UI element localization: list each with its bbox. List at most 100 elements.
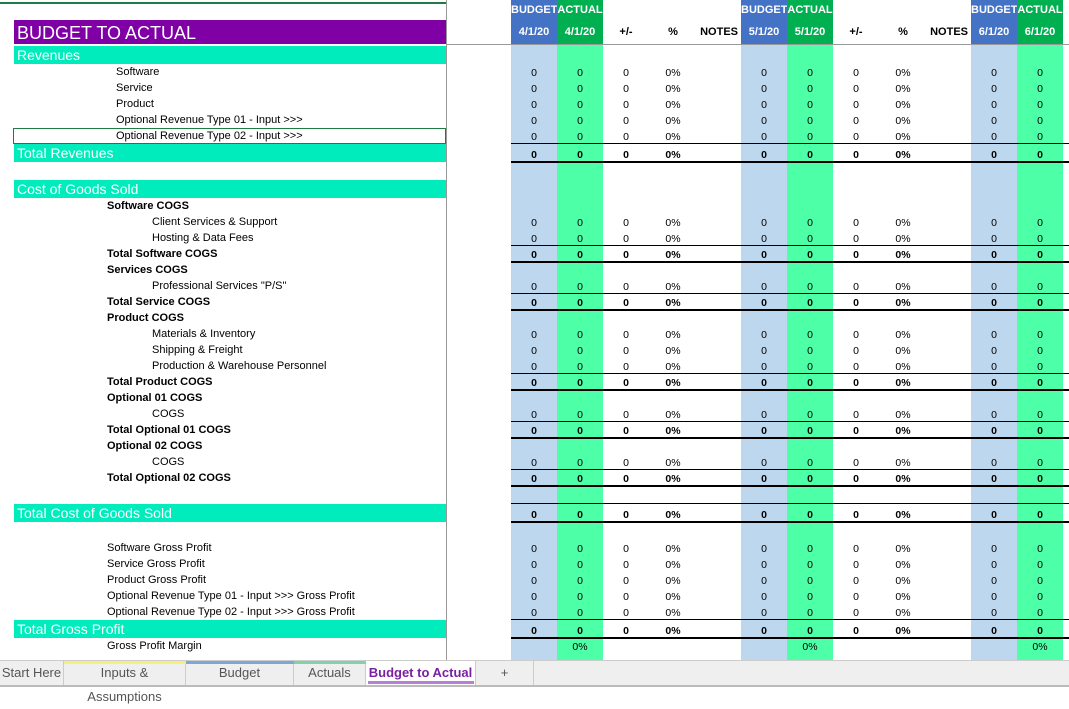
- actual-value[interactable]: 0: [787, 456, 833, 470]
- actual-value[interactable]: 0: [787, 296, 833, 310]
- actual-value[interactable]: 0: [1017, 574, 1063, 588]
- diff-value[interactable]: 0: [833, 248, 879, 262]
- diff-value[interactable]: 0: [603, 508, 649, 522]
- budget-value[interactable]: 0: [971, 542, 1017, 556]
- row-label[interactable]: Gross Profit Margin: [107, 638, 202, 654]
- pct-value[interactable]: 0%: [650, 248, 696, 262]
- budget-value[interactable]: 0: [971, 248, 1017, 262]
- budget-value[interactable]: 0: [741, 232, 787, 246]
- pct-value[interactable]: 0%: [650, 408, 696, 422]
- budget-value[interactable]: 0: [511, 82, 557, 96]
- pct-value[interactable]: 0%: [650, 66, 696, 80]
- budget-value[interactable]: 0: [741, 82, 787, 96]
- actual-value[interactable]: 0: [787, 280, 833, 294]
- actual-value[interactable]: 0: [787, 590, 833, 604]
- budget-value[interactable]: 0: [741, 114, 787, 128]
- diff-value[interactable]: 0: [603, 328, 649, 342]
- pct-value[interactable]: 0%: [650, 574, 696, 588]
- budget-value[interactable]: 0: [741, 590, 787, 604]
- budget-value[interactable]: 0: [971, 456, 1017, 470]
- diff-value[interactable]: 0: [833, 408, 879, 422]
- actual-value[interactable]: 0: [1017, 424, 1063, 438]
- budget-value[interactable]: 0: [971, 280, 1017, 294]
- actual-value[interactable]: 0: [557, 424, 603, 438]
- actual-value[interactable]: 0: [1017, 344, 1063, 358]
- actual-value[interactable]: 0: [787, 232, 833, 246]
- row-label[interactable]: Software: [116, 64, 159, 80]
- budget-value[interactable]: 0: [971, 296, 1017, 310]
- diff-value[interactable]: 0: [603, 606, 649, 620]
- actual-value[interactable]: 0: [1017, 558, 1063, 572]
- pct-value[interactable]: 0%: [650, 456, 696, 470]
- pct-value[interactable]: 0%: [650, 590, 696, 604]
- budget-value[interactable]: 0: [741, 296, 787, 310]
- row-label[interactable]: Product Gross Profit: [107, 572, 206, 588]
- actual-value[interactable]: 0: [557, 558, 603, 572]
- budget-value[interactable]: 0: [511, 130, 557, 144]
- actual-value[interactable]: 0: [787, 216, 833, 230]
- budget-value[interactable]: 0: [511, 216, 557, 230]
- diff-value[interactable]: 0: [833, 624, 879, 638]
- row-label[interactable]: Shipping & Freight: [152, 342, 243, 358]
- diff-value[interactable]: 0: [603, 248, 649, 262]
- sheet-tab-start-here[interactable]: Start Here: [0, 661, 64, 685]
- actual-value[interactable]: 0: [1017, 280, 1063, 294]
- budget-value[interactable]: 0: [741, 148, 787, 162]
- actual-value[interactable]: 0: [557, 376, 603, 390]
- selected-cell[interactable]: [13, 128, 446, 144]
- budget-value[interactable]: 0: [741, 130, 787, 144]
- diff-value[interactable]: 0: [833, 82, 879, 96]
- budget-value[interactable]: 0: [741, 376, 787, 390]
- pct-value[interactable]: 0%: [880, 360, 926, 374]
- budget-value[interactable]: 0: [511, 344, 557, 358]
- sheet-tab-add[interactable]: +: [476, 661, 534, 685]
- diff-value[interactable]: 0: [603, 130, 649, 144]
- pct-value[interactable]: 0%: [880, 114, 926, 128]
- row-label[interactable]: Professional Services "P/S": [152, 278, 286, 294]
- pct-value[interactable]: 0%: [880, 232, 926, 246]
- sheet-tab-actuals[interactable]: Actuals: [294, 661, 366, 685]
- pct-value[interactable]: 0%: [880, 344, 926, 358]
- actual-value[interactable]: 0: [1017, 248, 1063, 262]
- actual-value[interactable]: 0: [1017, 606, 1063, 620]
- diff-value[interactable]: 0: [603, 590, 649, 604]
- budget-value[interactable]: 0: [971, 424, 1017, 438]
- pct-value[interactable]: 0%: [650, 148, 696, 162]
- budget-value[interactable]: 0: [741, 408, 787, 422]
- pct-value[interactable]: 0%: [650, 542, 696, 556]
- diff-value[interactable]: 0: [603, 216, 649, 230]
- diff-value[interactable]: 0: [603, 558, 649, 572]
- actual-value[interactable]: 0: [1017, 328, 1063, 342]
- pct-value[interactable]: 0%: [650, 130, 696, 144]
- actual-value[interactable]: 0: [1017, 472, 1063, 486]
- actual-value[interactable]: 0: [1017, 98, 1063, 112]
- pct-value[interactable]: 0%: [650, 606, 696, 620]
- diff-value[interactable]: 0: [833, 98, 879, 112]
- row-label[interactable]: COGS: [152, 406, 184, 422]
- diff-value[interactable]: 0: [833, 542, 879, 556]
- budget-value[interactable]: 0: [511, 232, 557, 246]
- pct-value[interactable]: 0%: [880, 98, 926, 112]
- budget-value[interactable]: 0: [971, 98, 1017, 112]
- budget-value[interactable]: 0: [741, 424, 787, 438]
- pct-value[interactable]: 0%: [880, 82, 926, 96]
- pct-value[interactable]: 0%: [880, 508, 926, 522]
- budget-value[interactable]: 0: [971, 508, 1017, 522]
- diff-value[interactable]: 0: [833, 280, 879, 294]
- budget-value[interactable]: 0: [971, 360, 1017, 374]
- diff-value[interactable]: 0: [603, 542, 649, 556]
- row-label[interactable]: Optional Revenue Type 01 - Input >>>: [116, 112, 303, 128]
- pct-value[interactable]: 0%: [880, 558, 926, 572]
- pct-value[interactable]: 0%: [650, 344, 696, 358]
- diff-value[interactable]: 0: [603, 376, 649, 390]
- budget-value[interactable]: 0: [741, 344, 787, 358]
- actual-value[interactable]: 0: [557, 508, 603, 522]
- diff-value[interactable]: 0: [833, 606, 879, 620]
- row-label[interactable]: Service: [116, 80, 153, 96]
- actual-value[interactable]: 0: [557, 130, 603, 144]
- budget-value[interactable]: 0: [511, 376, 557, 390]
- diff-value[interactable]: 0: [833, 296, 879, 310]
- pct-value[interactable]: 0%: [880, 216, 926, 230]
- pct-value[interactable]: 0%: [880, 376, 926, 390]
- actual-value[interactable]: 0: [557, 148, 603, 162]
